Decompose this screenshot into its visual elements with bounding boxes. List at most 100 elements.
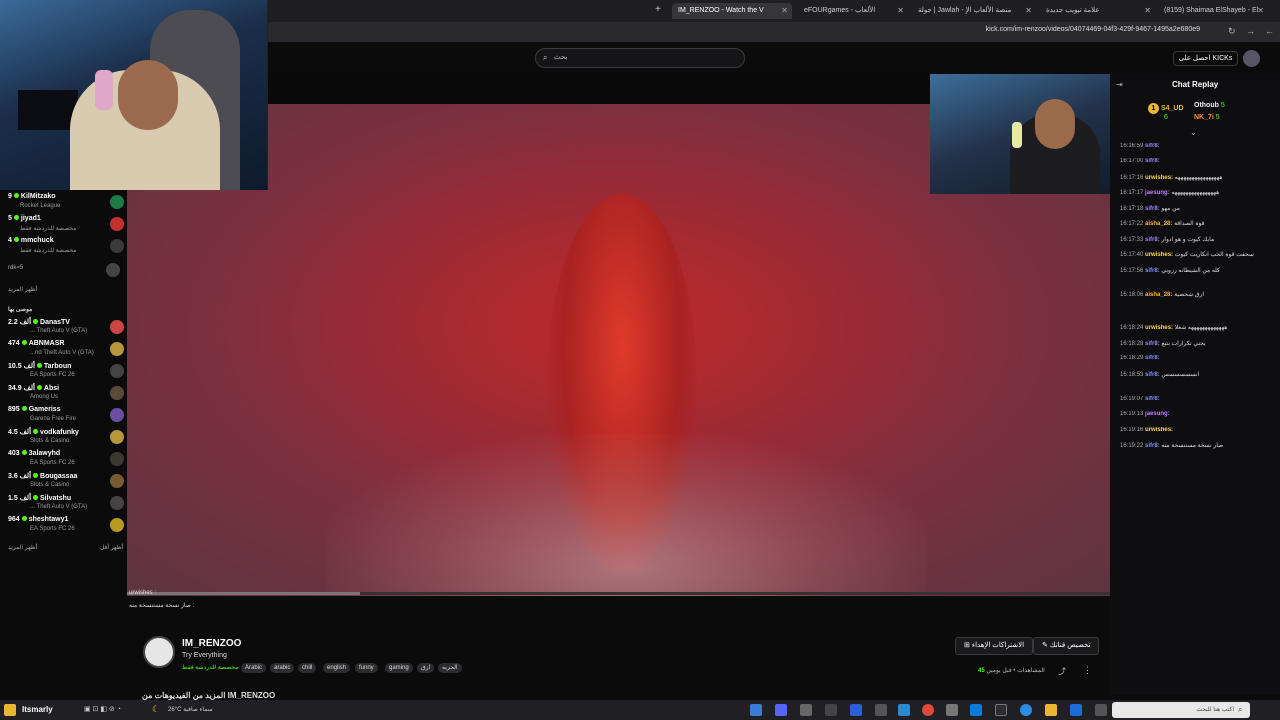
tab-youtube[interactable]: (8159) Shaimaa ElShayeb - El ✕ (1158, 3, 1268, 19)
sidebar-recommended-channel[interactable]: 3.6 ألف Bougassaa Slots & Casino (4, 472, 124, 494)
url-field[interactable]: kick.com/im-renzoo/videos/04074469-04f3-… (986, 26, 1200, 33)
channel-game: Garena Free Fire (30, 416, 77, 422)
tag[interactable]: english (323, 663, 351, 673)
sidebar-recommended-channel[interactable]: 4.5 ألف vodkafunky Slots & Casino (4, 428, 124, 450)
new-tab-button[interactable]: + (655, 4, 661, 15)
close-icon[interactable]: ✕ (1257, 3, 1264, 19)
sidebar-recommended-channel[interactable]: 1.5 ألف Silvatshu... Theft Auto V (GTA) (4, 494, 124, 516)
chat-username[interactable]: sifr8: (1145, 268, 1160, 274)
sidebar-recommended-channel[interactable]: 34.9 ألف Absi Among Us (4, 384, 124, 406)
more-videos-heading: المزيد من الفيديوهات من IM_RENZOO (142, 691, 276, 700)
chat-username[interactable]: sifr8: (1145, 341, 1160, 347)
expand-icon[interactable]: ⌄ (1190, 128, 1197, 137)
app-icon[interactable] (995, 704, 1007, 716)
chat-username[interactable]: jaesung: (1145, 411, 1170, 417)
chat-username[interactable]: sifr8: (1145, 206, 1160, 212)
views-count: 45 (978, 668, 985, 674)
app-icon[interactable] (825, 704, 837, 716)
chat-username[interactable]: sifr8: (1145, 355, 1160, 361)
app-icon[interactable] (750, 704, 762, 716)
chrome-icon[interactable] (922, 704, 934, 716)
discord-icon[interactable] (775, 704, 787, 716)
close-icon[interactable]: ✕ (1144, 3, 1151, 19)
chat-username[interactable]: urwishes: (1145, 175, 1173, 181)
tag[interactable]: Arabic (241, 663, 267, 673)
chat-username[interactable]: aisha_28: (1145, 292, 1172, 298)
close-icon[interactable]: ✕ (781, 3, 788, 19)
chat-username[interactable]: urwishes: (1145, 252, 1173, 258)
tab-jawlah[interactable]: جولة | Jawlah - منصة الألعاب الإ ✕ (912, 3, 1036, 19)
customize-channel-button[interactable]: ✎ تخصيص قناتك (1033, 637, 1100, 655)
avatar (110, 195, 124, 209)
app-icon[interactable] (800, 704, 812, 716)
channel-name[interactable]: IM_RENZOO (182, 638, 241, 649)
chat-message: 16:18:24 urwishes: هههههههههههههه شغلا (1120, 324, 1275, 336)
chat-message: 16:17:22 aisha_28: قوة الصداقة (1120, 220, 1275, 232)
tag[interactable]: arabic (270, 663, 295, 673)
show-more-link[interactable]: أظهر المزيد (8, 544, 37, 551)
close-icon[interactable]: ✕ (897, 3, 904, 19)
app-icon[interactable] (898, 704, 910, 716)
tag[interactable]: chill (298, 663, 317, 673)
channel-game: EA Sports FC 26 (30, 526, 75, 532)
sidebar-channel[interactable]: 5 jiyad1 مخصصة للدردشة فقط (4, 215, 124, 237)
tag[interactable]: gaming (385, 663, 413, 673)
app-icon[interactable] (850, 704, 862, 716)
avatar[interactable] (1243, 50, 1260, 67)
channel-avatar[interactable] (143, 636, 175, 668)
chat-username[interactable]: aisha_28: (1145, 221, 1172, 227)
app-icon[interactable] (875, 704, 887, 716)
chat-username[interactable]: jaesung: (1145, 190, 1170, 196)
start-icon[interactable] (4, 704, 16, 716)
app-icon[interactable] (1070, 704, 1082, 716)
chat-username[interactable]: sifr8: (1145, 237, 1160, 243)
chat-username[interactable]: sifr8: (1145, 158, 1160, 164)
gift-subscriptions-button[interactable]: ⊞ الاشتراكات الإهداء (955, 637, 1034, 655)
sidebar-channel[interactable]: 9 KilMitzako Rocket League (4, 193, 124, 215)
tab-im-renzoo[interactable]: IM_RENZOO - Watch the V ✕ (672, 3, 792, 19)
share-icon[interactable]: ⤴ (1058, 666, 1066, 677)
sidebar-recommended-channel[interactable]: 403 3alawyhd EA Sports FC 26 (4, 450, 124, 472)
taskbar-search-input[interactable]: اكتب هنا للبحث (1112, 702, 1250, 718)
search-input[interactable]: ⌕ بحث (535, 48, 745, 68)
system-tray-icons[interactable]: ▣ ⊡ ◧ ⊘ ◔ (84, 705, 121, 713)
forward-icon[interactable]: ← (1265, 26, 1274, 36)
collapse-chat-icon[interactable]: ⇥ (1116, 80, 1123, 89)
chat-timestamp: 16:18:29 (1120, 355, 1144, 361)
sidebar-recommended-channel[interactable]: 10.5 ألف Tarboun EA Sports FC 26 (4, 362, 124, 384)
refresh-icon[interactable]: ↻ (1228, 26, 1236, 37)
chat-username[interactable]: sifr8: (1145, 143, 1160, 149)
chat-username[interactable]: sifr8: (1145, 443, 1160, 449)
avatar (106, 263, 120, 277)
close-icon[interactable]: ✕ (1025, 3, 1032, 19)
back-icon[interactable]: → (1246, 26, 1255, 36)
chat-username[interactable]: sifr8: (1145, 396, 1160, 402)
show-less-link[interactable]: أظهر أقل (100, 544, 123, 551)
tab-new[interactable]: علامة تبويب جديدة ✕ (1040, 3, 1155, 19)
tab-efourgames[interactable]: eFOURgames - الألعاب ✕ (798, 3, 908, 19)
video-category[interactable]: مخصصة للدردشة فقط (182, 664, 238, 671)
channel-game: ... Theft Auto V (GTA) (30, 328, 88, 334)
get-kicks-button[interactable]: احصل على KICKs (1173, 51, 1238, 66)
edge-icon[interactable] (1020, 704, 1032, 716)
video-chat-overlay-user: urwishes : (129, 590, 157, 596)
sidebar-recommended-channel[interactable]: 895 Gameriss Garena Free Fire (4, 406, 124, 428)
folder-icon[interactable] (1045, 704, 1057, 716)
chat-username[interactable]: urwishes: (1145, 427, 1173, 433)
more-options-icon[interactable]: ⋮ (1083, 665, 1092, 676)
settings-icon[interactable] (946, 704, 958, 716)
sidebar-recommended-channel[interactable]: 474 ABNMASR ...nd Theft Auto V (GTA) (4, 340, 124, 362)
sidebar-recommended-channel[interactable]: 964 sheshtawy1 EA Sports FC 26 (4, 516, 124, 538)
taskview-icon[interactable] (1095, 704, 1107, 716)
tag[interactable]: funny (355, 663, 378, 673)
tag[interactable]: الحريه (438, 663, 462, 673)
tag[interactable]: ازق (417, 663, 435, 673)
show-more-link[interactable]: أظهر المزيد (8, 286, 37, 293)
app-icon[interactable] (970, 704, 982, 716)
chat-username[interactable]: sifr8: (1145, 372, 1160, 378)
weather-widget[interactable]: 26°C سماء صافية (168, 706, 213, 713)
sidebar-recommended-channel[interactable]: 2.2 ألف DanasTV... Theft Auto V (GTA) (4, 318, 124, 340)
tab-label: (8159) Shaimaa ElShayeb - El (1164, 7, 1259, 14)
chat-username[interactable]: urwishes: (1145, 325, 1173, 331)
sidebar-channel[interactable]: 4 mmchuck مخصصة للدردشة فقط (4, 237, 124, 259)
